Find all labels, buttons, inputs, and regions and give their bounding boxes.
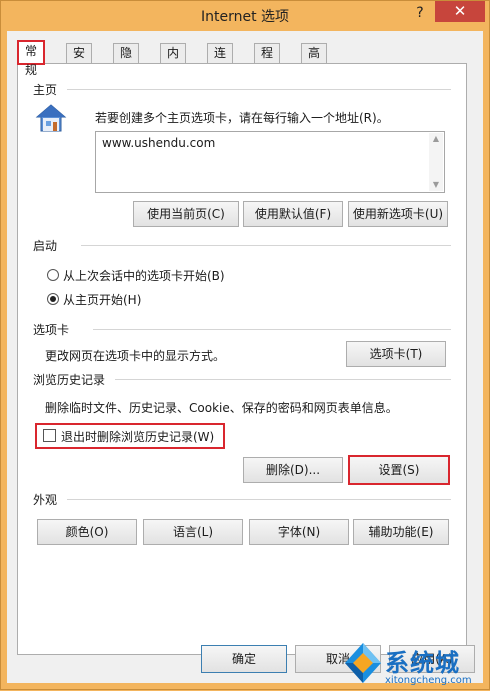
startup-divider (81, 245, 451, 246)
internet-options-window: Internet 选项 ? ✕ 常规 安全 隐私 内容 连接 程序 高级 主页 … (0, 0, 490, 690)
use-new-tab-button[interactable]: 使用新选项卡(U) (348, 201, 448, 227)
tab-connections[interactable]: 连接 (207, 43, 234, 79)
watermark-logo-icon (345, 643, 381, 683)
startup-option-last-session-label[interactable]: 从上次会话中的选项卡开始(B) (63, 267, 225, 284)
tab-programs[interactable]: 程序 (254, 43, 281, 79)
colors-button[interactable]: 颜色(O) (37, 519, 137, 545)
startup-option-homepage-radio[interactable] (47, 293, 59, 305)
tabs-divider (93, 329, 451, 330)
startup-option-last-session-radio[interactable] (47, 269, 59, 281)
tab-privacy[interactable]: 隐私 (113, 43, 140, 79)
delete-on-exit-label[interactable]: 退出时删除浏览历史记录(W) (61, 428, 214, 445)
scroll-down-icon[interactable]: ▼ (429, 179, 443, 191)
title-bar[interactable]: Internet 选项 ? ✕ (1, 1, 489, 31)
tabs-group-label: 选项卡 (33, 323, 70, 337)
house-icon (35, 104, 67, 132)
accessibility-button[interactable]: 辅助功能(E) (353, 519, 449, 545)
startup-group-label: 启动 (33, 239, 58, 253)
help-button[interactable]: ? (407, 3, 433, 23)
watermark-sub: xitongcheng.com (385, 675, 472, 686)
tab-content[interactable]: 内容 (160, 43, 187, 79)
history-divider (115, 379, 451, 380)
homepage-group-label: 主页 (33, 83, 58, 97)
close-button[interactable]: ✕ (435, 1, 485, 22)
history-settings-button[interactable]: 设置(S) (348, 455, 450, 485)
appearance-divider (67, 499, 451, 500)
use-current-button[interactable]: 使用当前页(C) (133, 201, 239, 227)
delete-history-button[interactable]: 删除(D)... (243, 457, 343, 483)
startup-option-homepage-label[interactable]: 从主页开始(H) (63, 291, 141, 308)
fonts-button[interactable]: 字体(N) (249, 519, 349, 545)
dialog-client-area: 常规 安全 隐私 内容 连接 程序 高级 主页 若要创建多个主页选项卡，请在每行… (7, 31, 483, 683)
url-scrollbar[interactable]: ▲ ▼ (429, 133, 443, 191)
tab-advanced[interactable]: 高级 (301, 43, 328, 79)
use-default-button[interactable]: 使用默认值(F) (243, 201, 343, 227)
tabs-settings-button[interactable]: 选项卡(T) (346, 341, 446, 367)
tab-security[interactable]: 安全 (66, 43, 93, 79)
appearance-group-label: 外观 (33, 493, 58, 507)
homepage-url-textarea[interactable]: www.ushendu.com ▲ ▼ (95, 131, 445, 193)
tab-general[interactable]: 常规 (17, 40, 46, 77)
homepage-divider (67, 89, 451, 90)
homepage-url-value: www.ushendu.com (102, 136, 216, 150)
history-group-label: 浏览历史记录 (33, 373, 106, 387)
tabs-description: 更改网页在选项卡中的显示方式。 (45, 349, 226, 363)
watermark: 系统城 xitongcheng.com (343, 641, 490, 691)
history-description: 删除临时文件、历史记录、Cookie、保存的密码和网页表单信息。 (45, 401, 398, 415)
delete-on-exit-checkbox[interactable] (43, 429, 56, 442)
languages-button[interactable]: 语言(L) (143, 519, 243, 545)
ok-button[interactable]: 确定 (201, 645, 287, 673)
homepage-instruction: 若要创建多个主页选项卡，请在每行输入一个地址(R)。 (95, 111, 389, 125)
scroll-up-icon[interactable]: ▲ (429, 133, 443, 145)
watermark-text: 系统城 (385, 649, 460, 677)
